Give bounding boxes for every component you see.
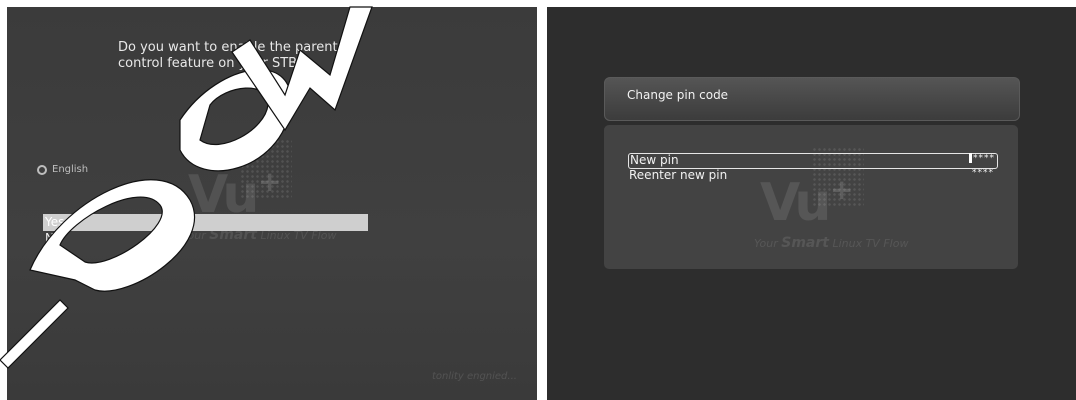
language-indicator: English bbox=[37, 164, 88, 175]
reenter-pin-value[interactable]: **** bbox=[972, 168, 994, 178]
logo-tagline: Your Smart Linux TV Flow bbox=[754, 235, 909, 251]
selection-highlight-bar bbox=[43, 214, 368, 231]
logo-plus: + bbox=[258, 165, 282, 198]
parental-control-wizard-screen: Do you want to enable the parental contr… bbox=[7, 7, 537, 400]
parental-control-question: Do you want to enable the parental contr… bbox=[118, 40, 350, 71]
text-cursor bbox=[969, 153, 972, 163]
language-label: English bbox=[52, 164, 89, 175]
option-no[interactable]: No bbox=[45, 231, 61, 245]
pin-form-panel: Vu + Your Smart Linux TV Flow New pin **… bbox=[604, 125, 1018, 269]
option-yes[interactable]: Yes bbox=[45, 215, 64, 229]
new-pin-field[interactable]: New pin **** bbox=[628, 153, 998, 169]
new-pin-label: New pin bbox=[630, 153, 679, 167]
change-pin-screen: Change pin code Vu + Your Smart Linux TV… bbox=[547, 7, 1076, 400]
reenter-pin-field[interactable]: Reenter new pin **** bbox=[628, 168, 996, 183]
vu-plus-logo-watermark: Vu + Your Smart Linux TV Flow bbox=[182, 139, 362, 249]
new-pin-value[interactable]: **** bbox=[969, 153, 995, 164]
radio-icon bbox=[37, 164, 47, 175]
dialog-title: Change pin code bbox=[627, 88, 729, 102]
dialog-titlebar: Change pin code bbox=[604, 77, 1020, 121]
reenter-pin-label: Reenter new pin bbox=[629, 168, 728, 182]
footer-hint: tonlity engnied... bbox=[432, 371, 517, 382]
